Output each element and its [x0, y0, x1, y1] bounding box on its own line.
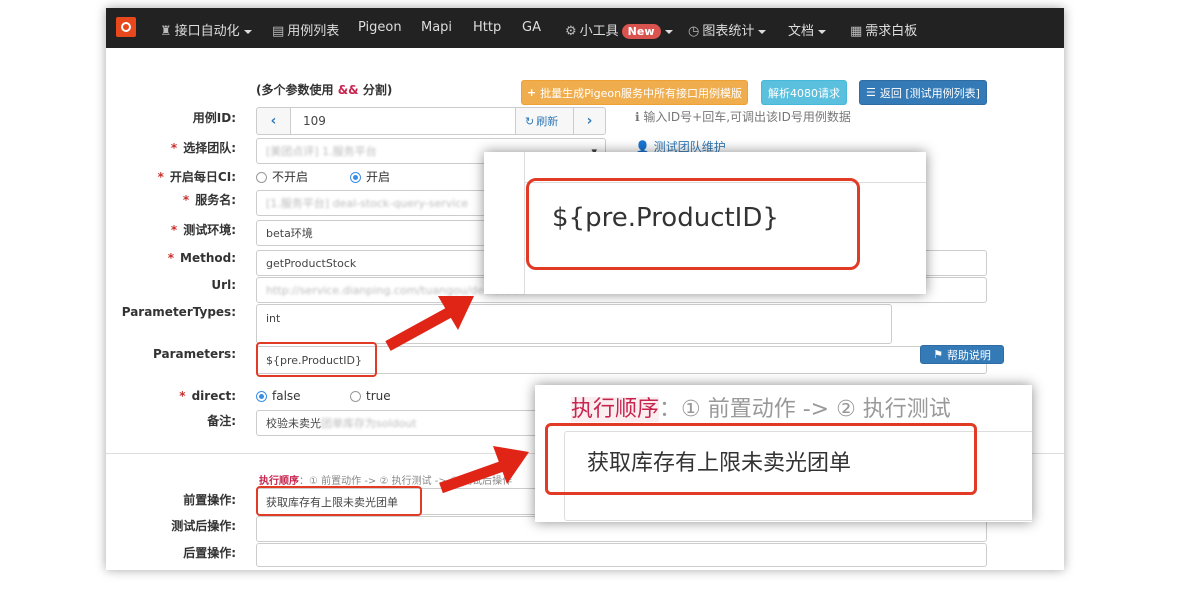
new-badge: New: [621, 24, 661, 39]
prev-case-button[interactable]: ‹: [256, 107, 291, 135]
info-icon: ℹ: [635, 110, 640, 124]
board-icon: ▦: [850, 24, 863, 39]
required-asterisk: *: [182, 193, 190, 207]
zoom-callout-parameters: ${pre.ProductID}: [484, 152, 926, 294]
post-action-label: 后置操作:: [183, 546, 236, 560]
direct-label: * direct:: [179, 389, 236, 403]
nav-charts[interactable]: ◷ 图表统计: [688, 20, 767, 39]
chevron-down-icon: [758, 29, 767, 34]
bank-icon: ♜: [160, 24, 172, 39]
direct-false-radio[interactable]: false: [256, 389, 301, 403]
param-separator-hint: (多个参数使用 && 分割): [256, 83, 393, 97]
arrow-to-zoom1-icon: [385, 296, 474, 351]
chevron-right-icon: ›: [586, 113, 593, 129]
post-action-input[interactable]: [256, 543, 987, 567]
zoom-pre-action-value: 获取库存有上限未卖光团单: [587, 451, 852, 476]
radio-icon: [350, 391, 361, 402]
refresh-button[interactable]: ↻ 刷新: [515, 107, 574, 135]
nav-tools[interactable]: ⚙ 小工具 New: [565, 20, 673, 39]
help-button[interactable]: ⚑ 帮助说明: [920, 345, 1004, 364]
nav-ga[interactable]: GA: [522, 20, 541, 35]
pre-action-highlight: [256, 486, 422, 516]
clock-icon: ◷: [688, 24, 700, 39]
remark-label: 备注:: [207, 414, 236, 428]
parameters-highlight: [256, 342, 377, 377]
zoom-parameters-value: ${pre.ProductID}: [552, 203, 779, 233]
required-asterisk: *: [170, 141, 178, 155]
parse-4080-button[interactable]: 解析4080请求: [761, 80, 847, 105]
chevron-down-icon: [243, 29, 252, 34]
direct-true-radio[interactable]: true: [350, 389, 391, 403]
app-logo-icon[interactable]: [116, 17, 136, 37]
parameter-types-label: ParameterTypes:: [121, 305, 236, 319]
case-id-input[interactable]: 109: [290, 107, 516, 135]
back-to-list-button[interactable]: ☰ 返回 [测试用例列表]: [859, 80, 987, 105]
nav-whiteboard[interactable]: ▦ 需求白板: [850, 20, 917, 39]
case-id-hint: ℹ 输入ID号+回车,可调出该ID号用例数据: [635, 110, 851, 124]
arrow-to-zoom2-icon: [439, 446, 529, 494]
list-icon: ▤: [272, 24, 285, 39]
radio-checked-icon: [256, 391, 267, 402]
env-label: * 测试环境:: [170, 223, 236, 237]
required-asterisk: *: [157, 170, 164, 184]
method-label: * Method:: [167, 251, 236, 265]
required-asterisk: *: [170, 223, 178, 237]
plus-icon: +: [526, 86, 537, 99]
next-case-button[interactable]: ›: [573, 107, 606, 135]
post-test-action-label: 测试后操作:: [171, 519, 236, 533]
nav-case-list[interactable]: ▤ 用例列表: [272, 20, 339, 39]
chevron-left-icon: ‹: [270, 113, 277, 129]
pre-action-label: 前置操作:: [183, 493, 236, 507]
remark-input[interactable]: 校验未卖光 团单库存为soldout: [256, 410, 556, 436]
parameter-types-textarea[interactable]: int: [256, 304, 892, 344]
radio-icon: [256, 172, 267, 183]
url-label: Url:: [211, 278, 236, 292]
gear-icon: ⚙: [565, 24, 577, 39]
required-asterisk: *: [167, 251, 174, 265]
nav-mapi[interactable]: Mapi: [421, 20, 452, 35]
nav-docs[interactable]: 文档: [788, 20, 827, 39]
list-icon: ☰: [866, 86, 876, 99]
batch-generate-button[interactable]: + 批量生成Pigeon服务中所有接口用例模版: [521, 80, 748, 105]
nav-pigeon[interactable]: Pigeon: [358, 20, 402, 35]
zoom-exec-order: 执行顺序：① 前置动作 -> ② 执行测试: [571, 397, 951, 422]
zoom-callout-pre-action: 执行顺序：① 前置动作 -> ② 执行测试 获取库存有上限未卖光团单: [535, 385, 1032, 522]
flag-icon: ⚑: [933, 348, 943, 361]
refresh-icon: ↻: [525, 114, 535, 128]
chevron-down-icon: [664, 29, 673, 34]
required-asterisk: *: [179, 389, 186, 403]
daily-ci-label: * 开启每日CI:: [157, 170, 236, 184]
team-label: * 选择团队:: [170, 141, 236, 155]
case-id-label: 用例ID:: [192, 111, 236, 125]
daily-ci-on-radio[interactable]: 开启: [350, 168, 390, 185]
radio-checked-icon: [350, 172, 361, 183]
service-label: * 服务名:: [182, 193, 236, 207]
daily-ci-off-radio[interactable]: 不开启: [256, 168, 308, 185]
parameters-label: Parameters:: [153, 347, 236, 361]
zoom-divider: [524, 152, 525, 294]
nav-interface-automation[interactable]: ♜ 接口自动化: [160, 20, 252, 39]
chevron-down-icon: [818, 29, 827, 34]
nav-http[interactable]: Http: [473, 20, 501, 35]
top-navbar: ♜ 接口自动化 ▤ 用例列表 Pigeon Mapi Http GA ⚙ 小工具 New…: [106, 8, 1064, 48]
